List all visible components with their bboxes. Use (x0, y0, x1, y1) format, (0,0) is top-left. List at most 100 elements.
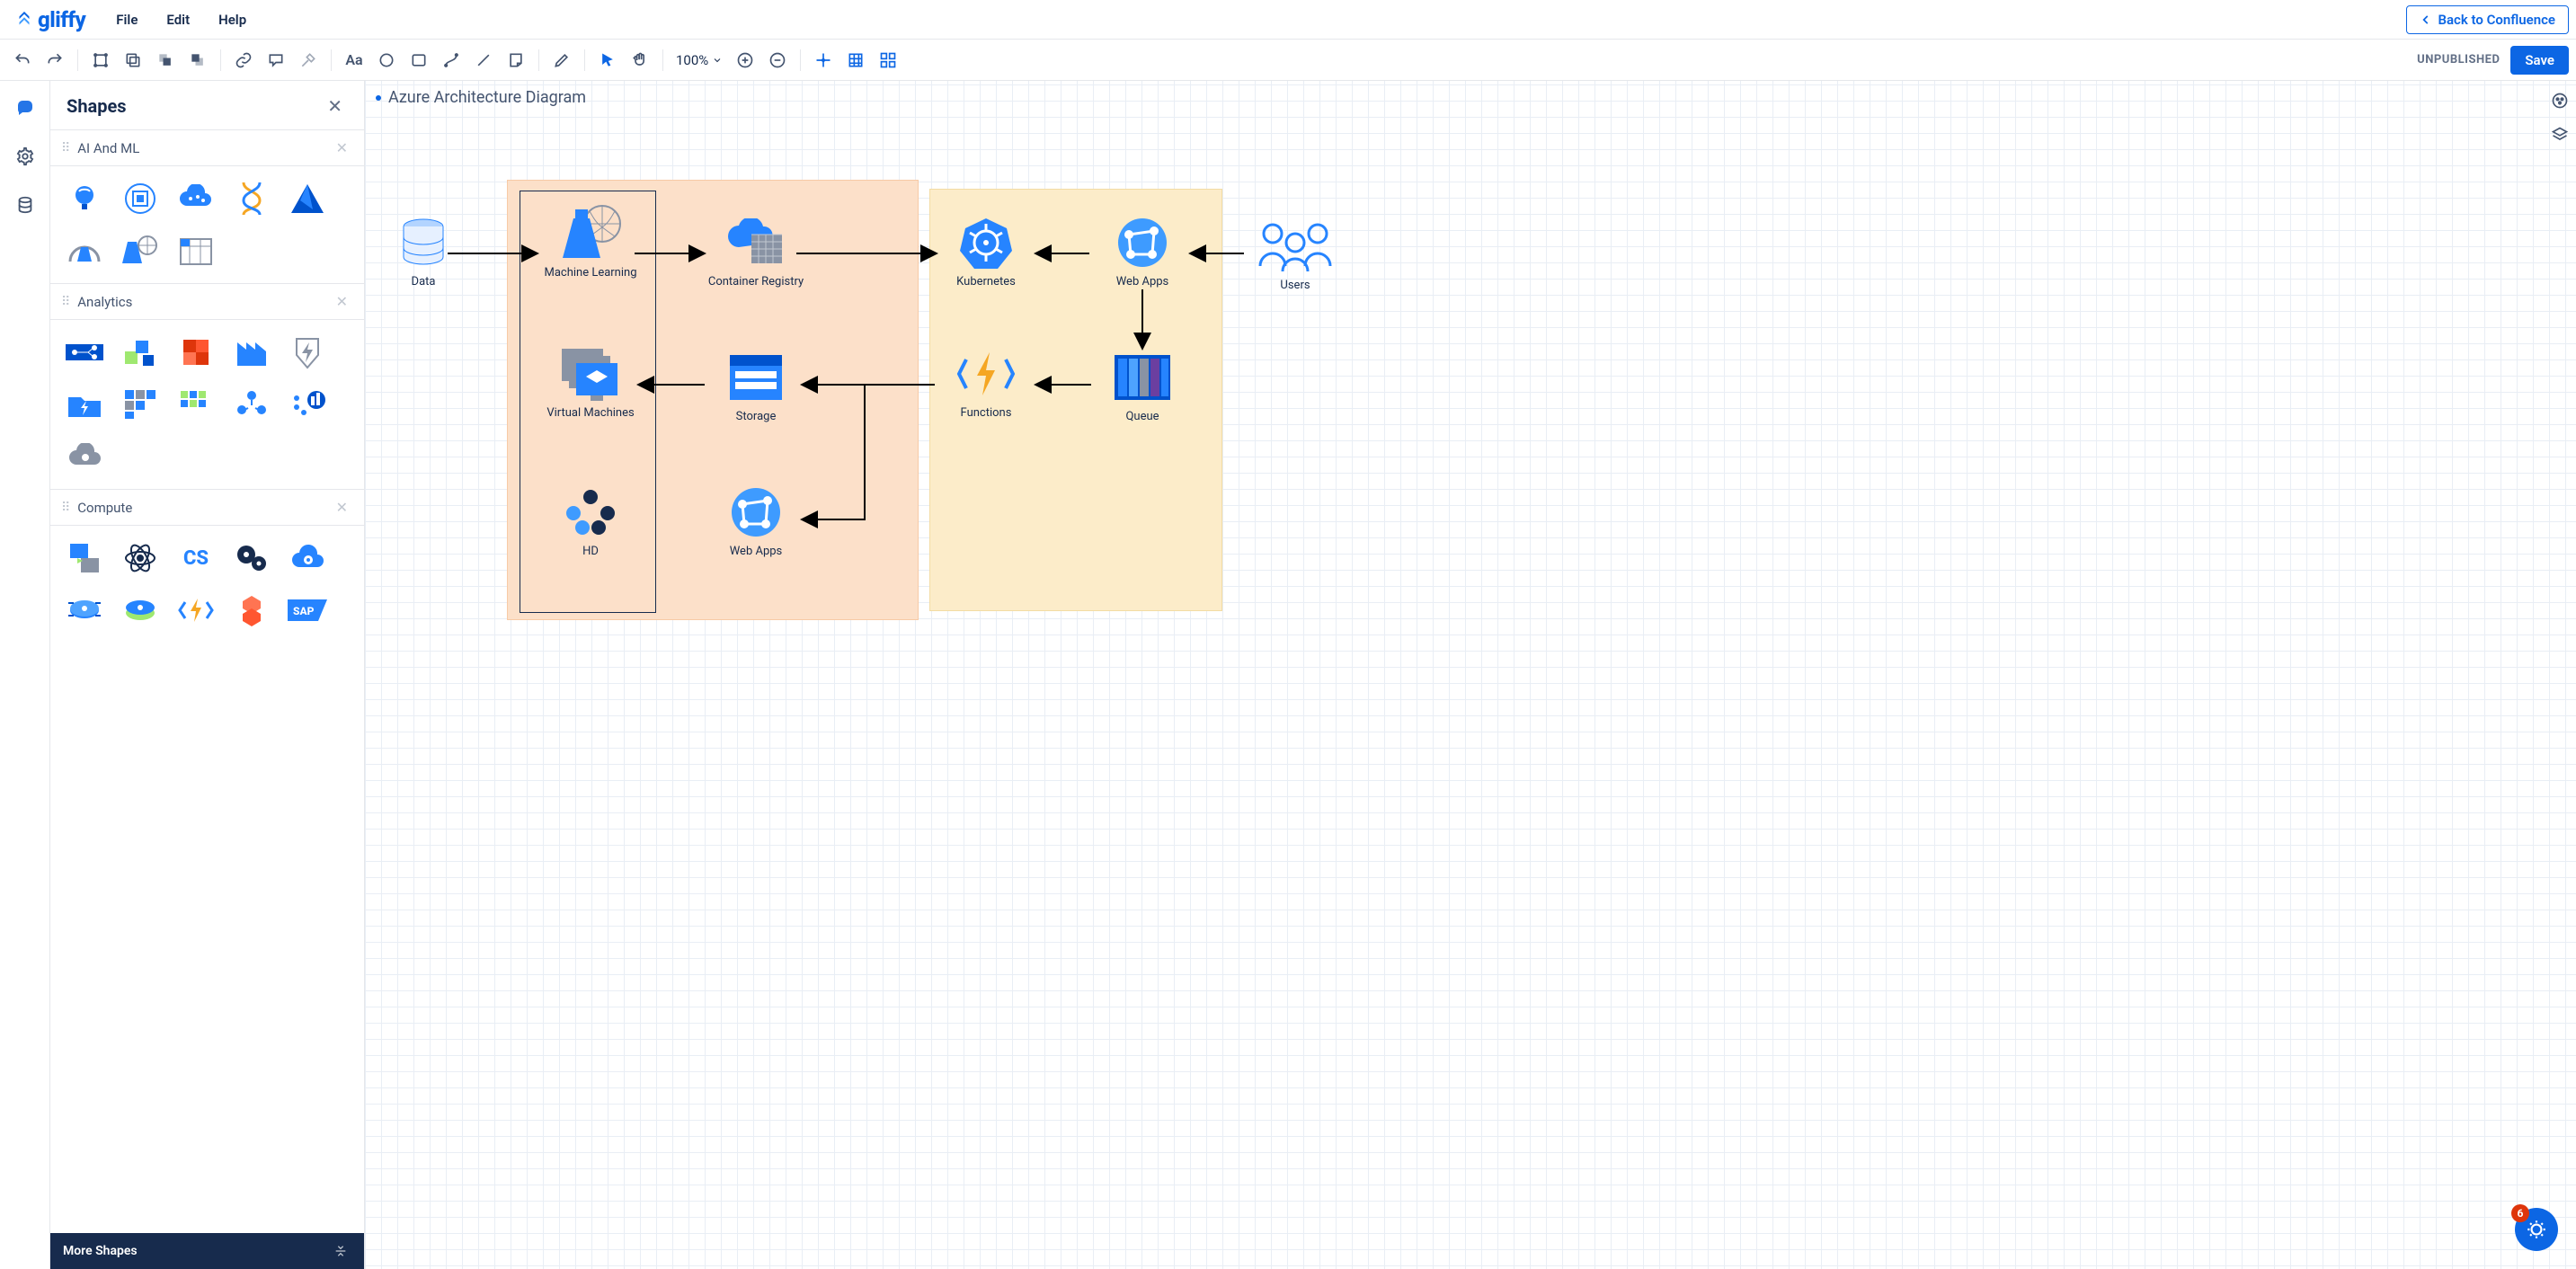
shape-cs-logo[interactable]: CS (176, 538, 216, 578)
node-hd[interactable]: HD (541, 485, 640, 558)
rect-tool-button[interactable] (404, 45, 434, 75)
shapes-scroll[interactable]: ⠿ AI And ML ✕ ⠿ Analytics (50, 129, 364, 1269)
shape-atom[interactable] (120, 538, 160, 578)
shape-dots-bar[interactable] (288, 385, 327, 424)
node-kubernetes[interactable]: Kubernetes (937, 216, 1035, 288)
more-shapes-button[interactable]: More Shapes (50, 1233, 364, 1269)
undo-button[interactable] (7, 45, 38, 75)
shape-folder-bolt[interactable] (65, 385, 104, 424)
left-rail (0, 81, 50, 1269)
snap-grid-button[interactable] (808, 45, 839, 75)
save-button[interactable]: Save (2510, 46, 2569, 75)
notification-badge: 6 (2511, 1204, 2529, 1222)
theme-icon[interactable] (2549, 90, 2571, 111)
drag-handle-icon[interactable]: ⠿ (61, 295, 68, 309)
page-grid-button[interactable] (873, 45, 903, 75)
send-back-button[interactable] (182, 45, 213, 75)
menu-edit[interactable]: Edit (154, 6, 202, 33)
shape-bolt-brackets[interactable] (176, 590, 216, 630)
shape-gear-cloud2[interactable] (288, 538, 327, 578)
ellipse-tool-button[interactable] (371, 45, 402, 75)
connector-tool-button[interactable] (436, 45, 466, 75)
publish-status: UNPUBLISHED (2417, 53, 2500, 67)
brand-logo: gliffy (7, 7, 93, 32)
note-tool-button[interactable] (501, 45, 531, 75)
back-to-confluence-button[interactable]: Back to Confluence (2406, 5, 2569, 34)
shape-shield-bolt[interactable] (288, 333, 327, 372)
shape-gauge-flask[interactable] (65, 231, 104, 271)
help-fab[interactable]: 6 (2515, 1208, 2558, 1251)
shape-azure-triangle[interactable] (288, 179, 327, 218)
node-users[interactable]: Users (1246, 219, 1345, 292)
data-tab-icon[interactable] (9, 189, 41, 221)
shape-chip[interactable] (120, 179, 160, 218)
shape-doc-arrow[interactable] (65, 538, 104, 578)
node-web-apps-1[interactable]: Web Apps (1093, 216, 1192, 288)
group-button[interactable] (85, 45, 116, 75)
pan-tool-button[interactable] (625, 45, 655, 75)
zoom-in-button[interactable] (730, 45, 760, 75)
node-queue[interactable]: Queue (1093, 351, 1192, 423)
category-header-analytics[interactable]: ⠿ Analytics ✕ (50, 283, 364, 320)
shape-gear-dark[interactable] (232, 538, 271, 578)
node-machine-learning[interactable]: Machine Learning (541, 207, 640, 280)
pencil-tool-button[interactable] (546, 45, 577, 75)
drag-handle-icon[interactable]: ⠿ (61, 141, 68, 155)
node-virtual-machines[interactable]: Virtual Machines (541, 347, 640, 420)
diagram-title[interactable]: Azure Architecture Diagram (376, 88, 586, 107)
shape-disk-target[interactable] (65, 590, 104, 630)
layers-icon[interactable] (2549, 124, 2571, 146)
shape-hex-graph[interactable] (232, 385, 271, 424)
bring-front-button[interactable] (150, 45, 181, 75)
shape-flask-globe[interactable] (120, 231, 160, 271)
panel-title: Shapes (67, 95, 127, 117)
shape-hex-orange[interactable] (232, 590, 271, 630)
line-tool-button[interactable] (468, 45, 499, 75)
menu-file[interactable]: File (103, 6, 150, 33)
category-close-icon[interactable]: ✕ (331, 138, 353, 158)
expand-panel-icon[interactable] (330, 1240, 351, 1262)
shape-diag-squares[interactable] (120, 333, 160, 372)
shape-mosaic-2[interactable] (176, 385, 216, 424)
panel-close-button[interactable]: ✕ (320, 92, 350, 120)
shape-sap[interactable]: SAP (288, 590, 327, 630)
canvas-area[interactable]: Azure Architecture Diagram Data Machine … (365, 81, 2576, 1269)
shape-mosaic-1[interactable] (120, 385, 160, 424)
menu-help[interactable]: Help (206, 6, 259, 33)
category-close-icon[interactable]: ✕ (331, 291, 353, 312)
pointer-tool-button[interactable] (592, 45, 623, 75)
node-web-apps-2[interactable]: Web Apps (706, 485, 805, 558)
shape-factory-bars[interactable] (232, 333, 271, 372)
toolbar: Aa 100% UNPUBLISHED Save (0, 40, 2576, 81)
link-button[interactable] (228, 45, 259, 75)
drag-handle-icon[interactable]: ⠿ (61, 501, 68, 515)
zoom-select[interactable]: 100% (671, 52, 728, 68)
shape-flow-nodes[interactable] (65, 333, 104, 372)
zoom-out-button[interactable] (762, 45, 793, 75)
shape-brain-bulb[interactable] (65, 179, 104, 218)
category-header-ai-ml[interactable]: ⠿ AI And ML ✕ (50, 129, 364, 166)
shapes-panel: Shapes ✕ ⠿ AI And ML ✕ (50, 81, 365, 1269)
svg-text:SAP: SAP (293, 605, 315, 617)
menubar: gliffy File Edit Help Back to Confluence (0, 0, 2576, 40)
shape-calendar-grid[interactable] (176, 231, 216, 271)
node-storage[interactable]: Storage (706, 351, 805, 423)
shape-red-cubes[interactable] (176, 333, 216, 372)
show-grid-button[interactable] (840, 45, 871, 75)
shape-dna[interactable] (232, 179, 271, 218)
node-data[interactable]: Data (374, 216, 473, 288)
category-header-compute[interactable]: ⠿ Compute ✕ (50, 489, 364, 526)
copy-button[interactable] (118, 45, 148, 75)
node-container-registry[interactable]: Container Registry (706, 216, 805, 288)
shape-gear-cloud[interactable] (65, 437, 104, 476)
comment-button[interactable] (261, 45, 291, 75)
node-functions[interactable]: Functions (937, 347, 1035, 420)
text-tool-button[interactable]: Aa (339, 45, 369, 75)
shape-disks[interactable] (120, 590, 160, 630)
redo-button[interactable] (40, 45, 70, 75)
shape-cloud-brain[interactable] (176, 179, 216, 218)
eyedropper-button[interactable] (293, 45, 324, 75)
settings-tab-icon[interactable] (9, 140, 41, 173)
shapes-tab-icon[interactable] (9, 92, 41, 124)
category-close-icon[interactable]: ✕ (331, 497, 353, 518)
